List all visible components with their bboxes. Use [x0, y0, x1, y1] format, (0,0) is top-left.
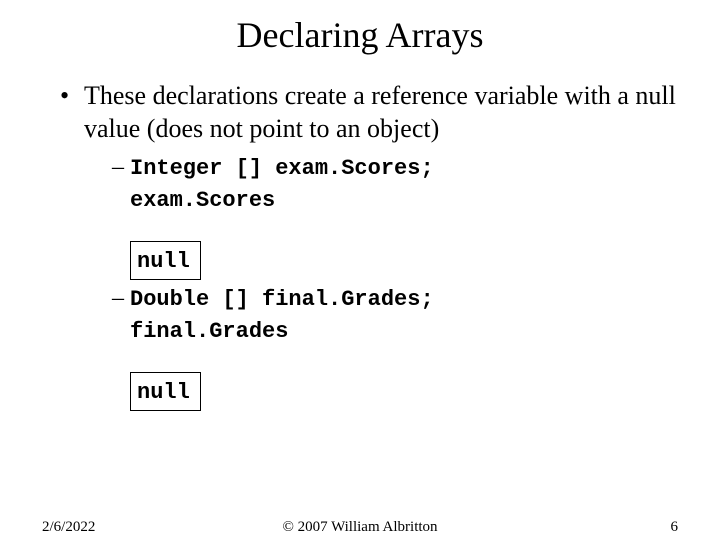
footer-copyright: © 2007 William Albritton	[282, 519, 437, 536]
code-decl-2: Double [] final.Grades;	[130, 285, 434, 315]
bullet-item: • These declarations create a reference …	[60, 80, 680, 145]
dash-marker: –	[112, 282, 130, 314]
declaration-2: – Double [] final.Grades;	[112, 282, 680, 315]
bullet-marker: •	[60, 80, 84, 113]
var-label-2: final.Grades	[130, 317, 680, 347]
footer-page-number: 6	[671, 519, 679, 536]
slide-title: Declaring Arrays	[0, 14, 720, 56]
null-box-1: null	[130, 241, 201, 280]
null-box-2: null	[130, 372, 201, 411]
sub-item-2: – Double [] final.Grades; final.Grades n…	[112, 282, 680, 413]
code-decl-1: Integer [] exam.Scores;	[130, 154, 434, 184]
footer-date: 2/6/2022	[42, 519, 95, 536]
footer: 2/6/2022 © 2007 William Albritton 6	[0, 519, 720, 536]
null-text-1: null	[137, 249, 190, 274]
content-area: • These declarations create a reference …	[0, 80, 720, 413]
bullet-text: These declarations create a reference va…	[84, 80, 680, 145]
sub-item-1: – Integer [] exam.Scores; exam.Scores nu…	[112, 151, 680, 282]
null-text-2: null	[137, 380, 190, 405]
declaration-1: – Integer [] exam.Scores;	[112, 151, 680, 184]
var-label-1: exam.Scores	[130, 186, 680, 216]
dash-marker: –	[112, 151, 130, 183]
